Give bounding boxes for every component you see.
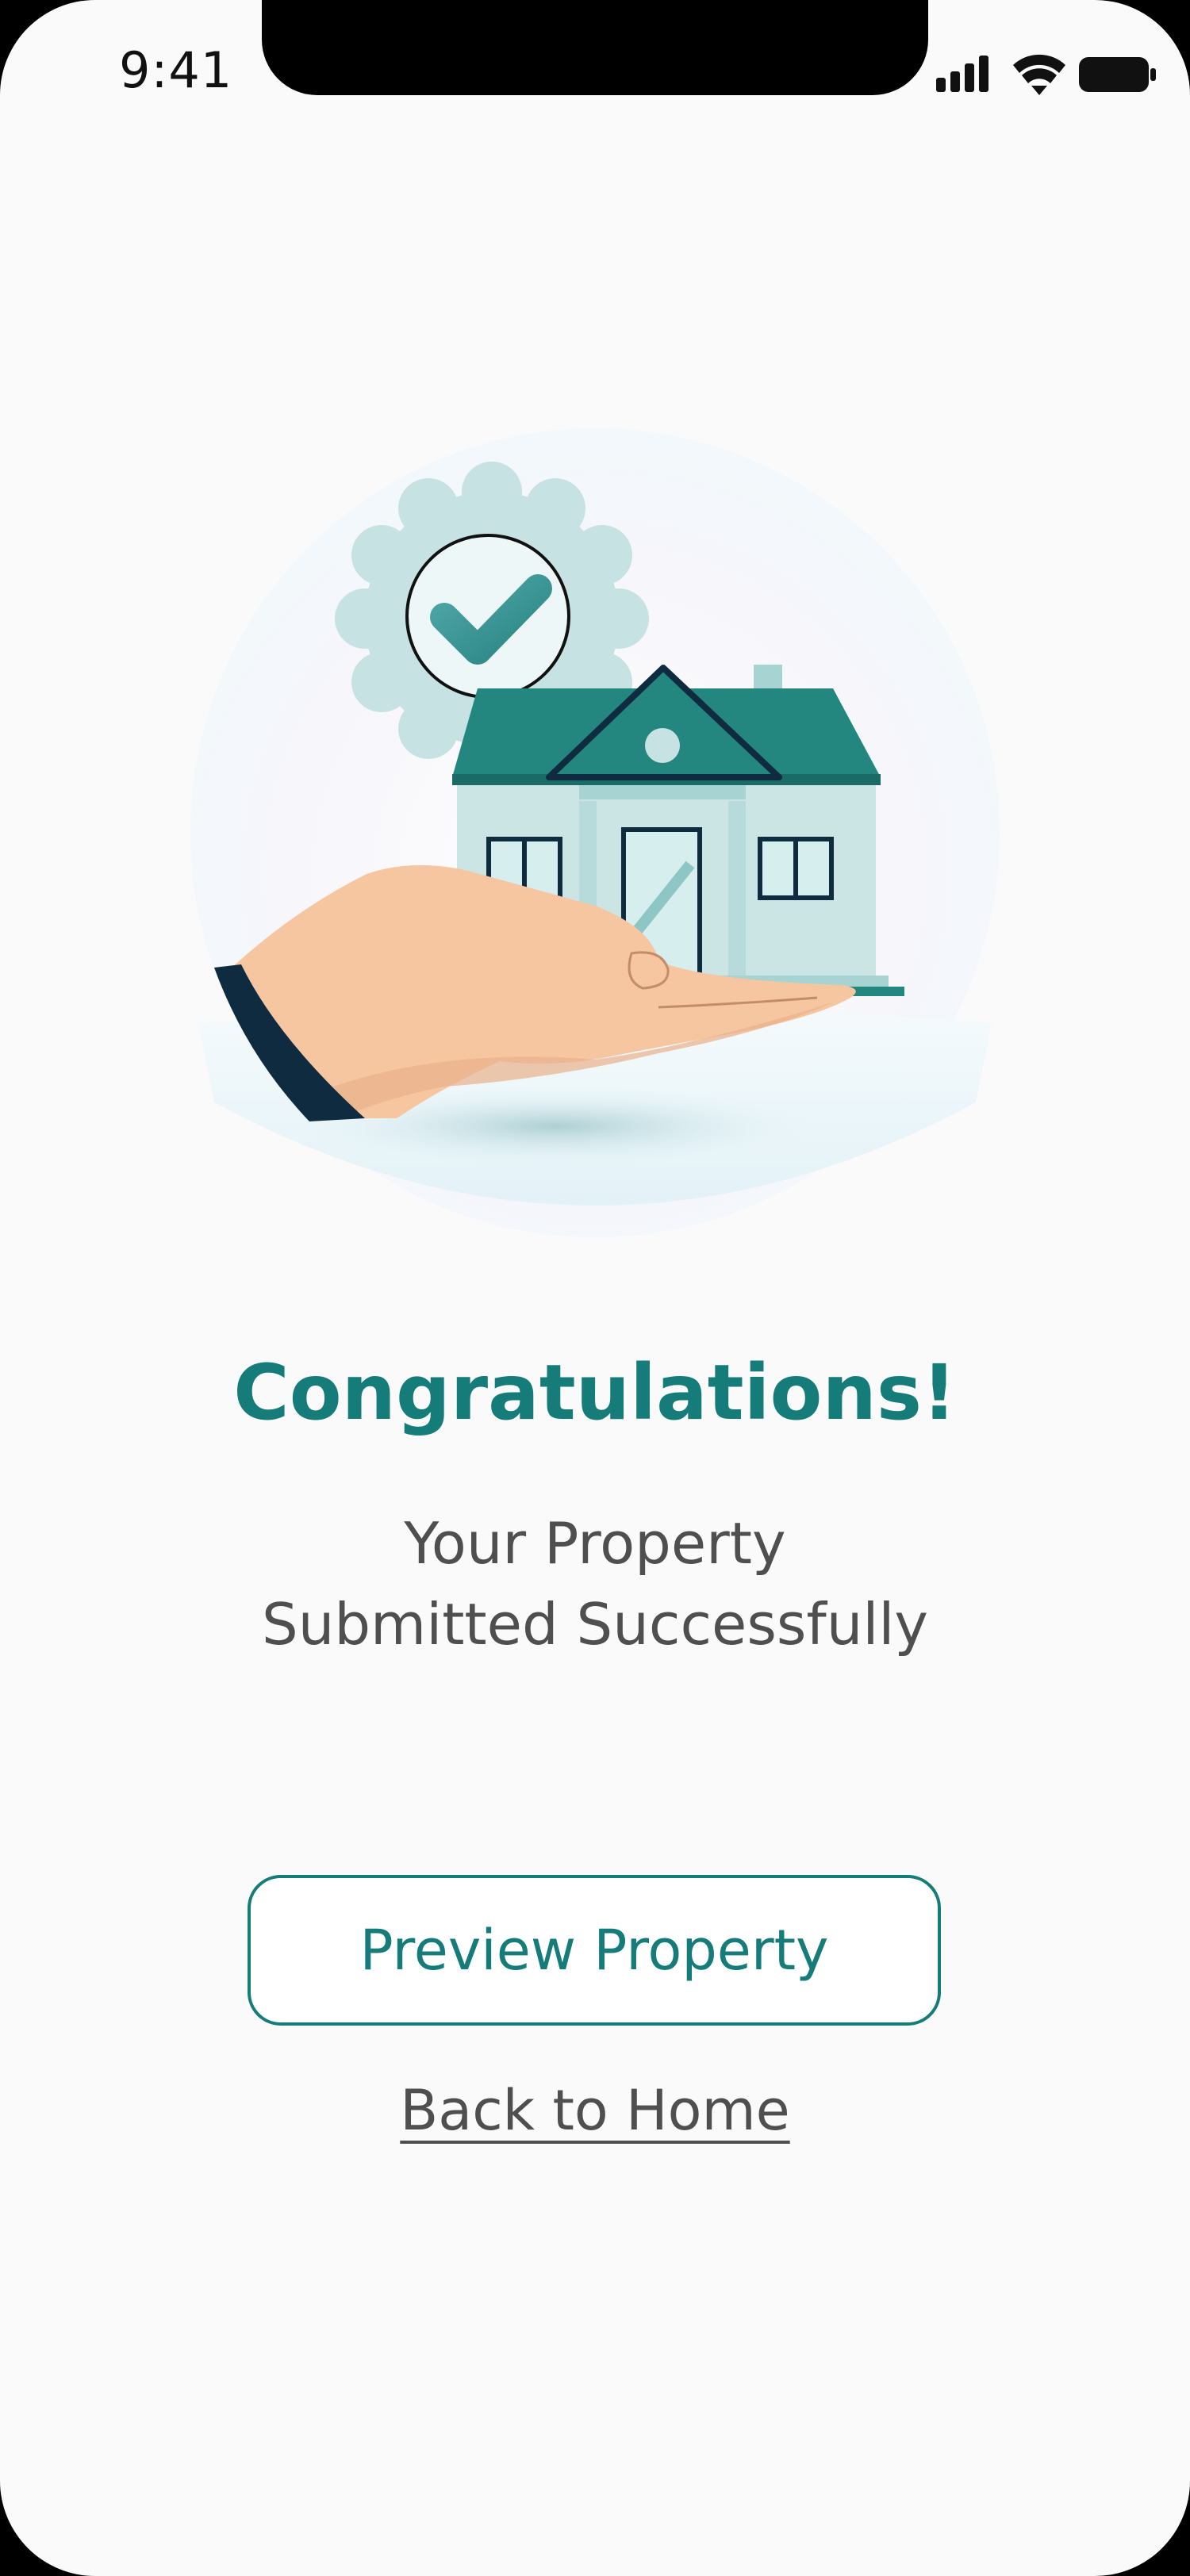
status-icons xyxy=(936,54,1156,95)
device-notch xyxy=(262,0,928,95)
phone-screen: 9:41 Congratulations! Your Property Subm… xyxy=(0,0,1190,2576)
preview-property-label: Preview Property xyxy=(359,1918,829,1983)
battery-icon xyxy=(1079,57,1156,92)
back-to-home-link[interactable]: Back to Home xyxy=(0,2078,1190,2143)
wifi-icon xyxy=(1013,54,1065,95)
success-message: Your Property Submitted Successfully xyxy=(238,1503,952,1665)
preview-property-button[interactable]: Preview Property xyxy=(248,1875,941,2026)
status-time: 9:41 xyxy=(119,41,233,99)
page-title: Congratulations! xyxy=(233,1348,957,1437)
hand-house-illustration xyxy=(190,428,1000,1237)
signal-icon xyxy=(936,56,988,92)
success-message-line2: Submitted Successfully xyxy=(262,1591,928,1658)
success-message-line1: Your Property xyxy=(404,1510,786,1577)
